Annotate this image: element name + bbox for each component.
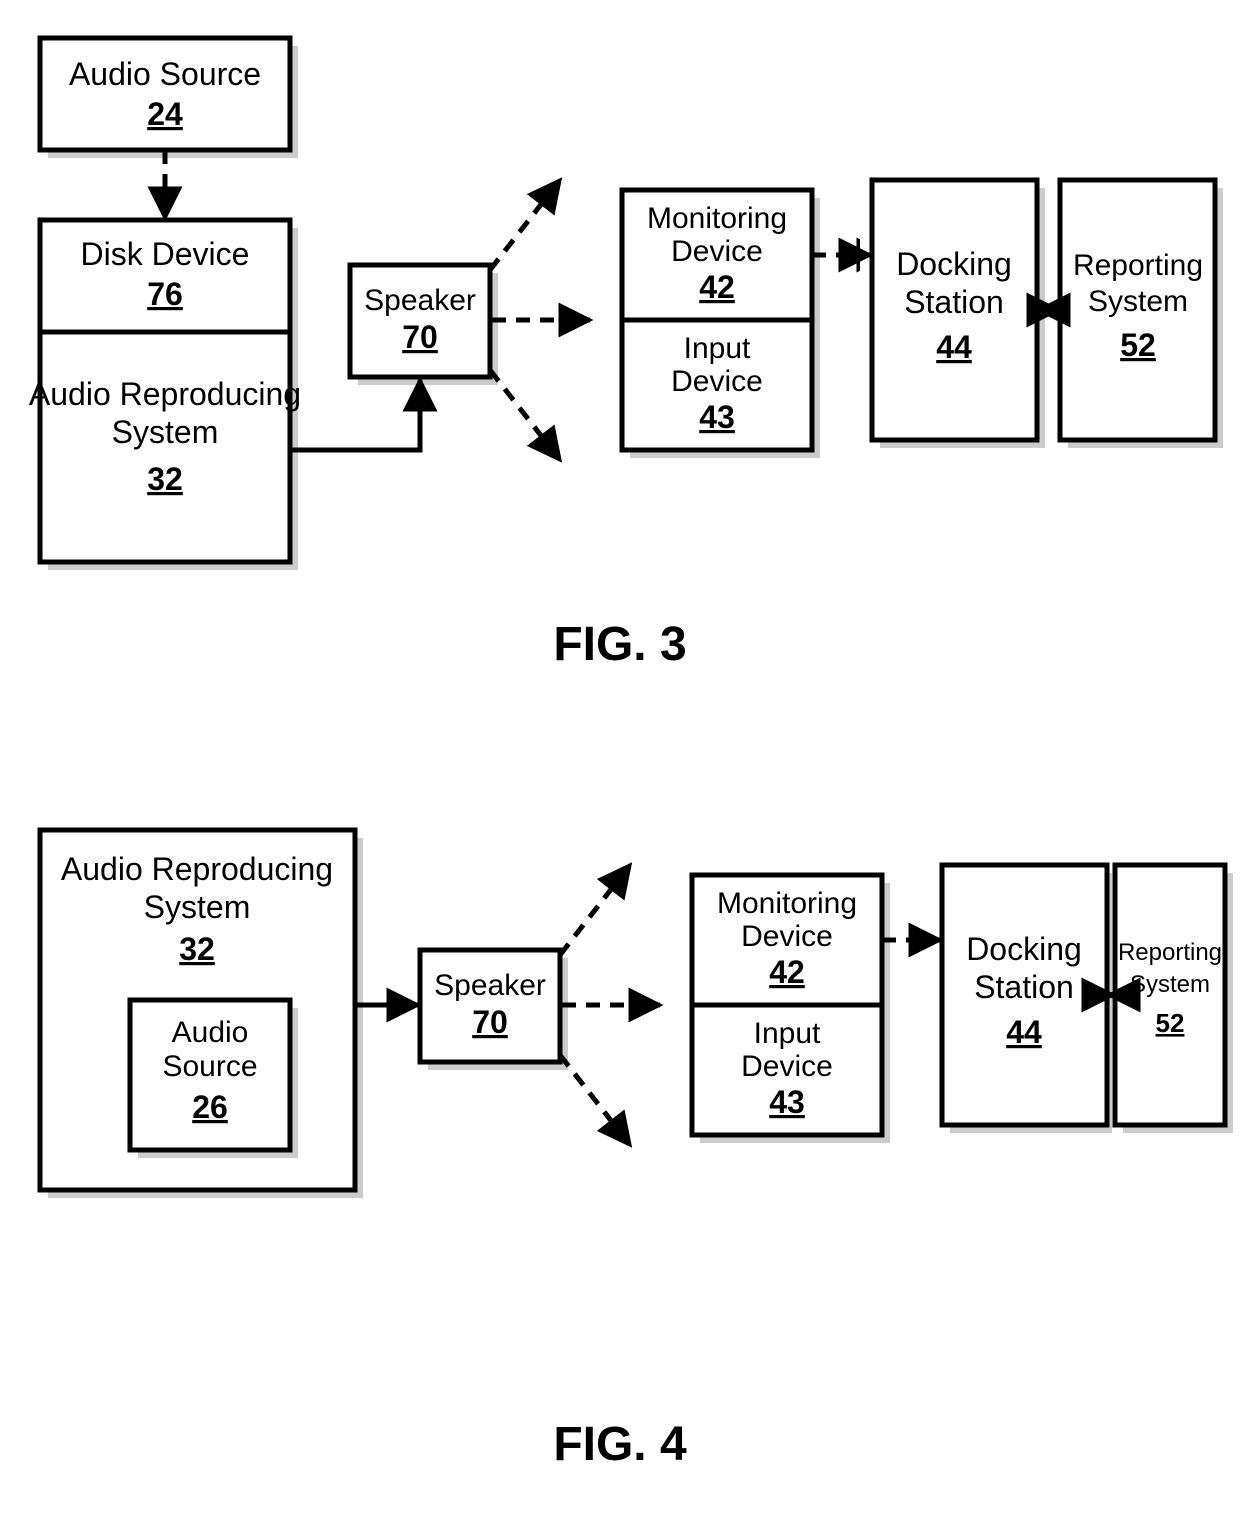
f4-speaker-ray-down — [560, 1055, 630, 1145]
speaker-label: Speaker — [364, 284, 476, 317]
f4-reporting-block2: Reporting System 52 — [1115, 865, 1233, 1133]
docking-label2b: Station — [904, 284, 1004, 320]
audio-source-number: 24 — [147, 96, 183, 132]
input-number: 43 — [699, 399, 735, 435]
f4-speaker-block: Speaker 70 — [420, 950, 568, 1070]
arrow-system-to-speaker — [290, 380, 420, 450]
reporting-number-b: 52 — [1120, 327, 1156, 363]
reporting-label1b: Reporting — [1073, 249, 1203, 282]
f4-speaker-ray-up — [560, 865, 630, 955]
f4-reporting-label1: Reporting — [1118, 939, 1222, 966]
f4-audio-source-label1: Audio — [172, 1016, 249, 1049]
audio-system-label2: System — [112, 414, 219, 450]
docking-label1b: Docking — [896, 246, 1012, 282]
monitoring-label1: Monitoring — [647, 202, 787, 235]
f4-input-label1: Input — [754, 1017, 821, 1050]
f4-speaker-number: 70 — [472, 1004, 508, 1040]
reporting-label2b: System — [1088, 285, 1188, 318]
f4-docking-label1: Docking — [966, 931, 1082, 967]
f4-docking-block: Docking Station 44 — [942, 865, 1115, 1133]
audio-system-number: 32 — [147, 461, 183, 497]
fig3-caption: FIG. 3 — [553, 618, 686, 671]
monitoring-label2: Device — [671, 235, 763, 268]
fig4-group: Audio Reproducing System 32 Audio Source… — [40, 830, 1233, 1198]
speaker-block: Speaker 70 — [350, 265, 498, 385]
f4-audio-source-label2: Source — [162, 1050, 257, 1083]
audio-system-outer: Audio Reproducing System 32 Audio Source… — [40, 830, 363, 1198]
f4-audio-source-number: 26 — [192, 1089, 228, 1125]
input-label1: Input — [684, 332, 751, 365]
diagram-canvas: Audio Source 24 Disk Device 76 Audio Rep… — [0, 0, 1240, 1528]
f4-monitoring-label1: Monitoring — [717, 887, 857, 920]
audio-source-label: Audio Source — [69, 56, 261, 92]
f4-audio-system-number: 32 — [179, 931, 215, 967]
f4-input-number: 43 — [769, 1084, 805, 1120]
audio-system-label1: Audio Reproducing — [29, 376, 301, 412]
f4-docking-label2: Station — [974, 969, 1074, 1005]
monitor-input-block: Monitoring Device 42 Input Device 43 — [622, 190, 820, 458]
audio-source-block: Audio Source 24 — [40, 38, 298, 158]
docking-number-b: 44 — [936, 329, 972, 365]
audio-system-block: Audio Reproducing System 32 — [29, 332, 301, 570]
f4-input-label2: Device — [741, 1050, 833, 1083]
fig3-right-redo: Docking Station 44 Reporting System 52 — [812, 180, 1223, 448]
monitoring-number: 42 — [699, 269, 735, 305]
fig4-caption: FIG. 4 — [553, 1418, 687, 1471]
speaker-ray-up — [490, 180, 560, 270]
f4-docking-number: 44 — [1006, 1014, 1042, 1050]
f4-audio-system-label2: System — [144, 889, 251, 925]
f4-monitoring-number: 42 — [769, 954, 805, 990]
disk-device-number: 76 — [147, 276, 183, 312]
f4-monitoring-label2: Device — [741, 920, 833, 953]
input-label2: Device — [671, 365, 763, 398]
f4-reporting-label2: System — [1130, 971, 1210, 998]
speaker-ray-down — [490, 370, 560, 460]
f4-audio-system-label1: Audio Reproducing — [61, 851, 333, 887]
f4-reporting-number: 52 — [1156, 1008, 1185, 1038]
f4-speaker-label: Speaker — [434, 969, 546, 1002]
disk-device-label: Disk Device — [81, 236, 250, 272]
f4-monitor-input-block: Monitoring Device 42 Input Device 43 — [692, 875, 890, 1143]
speaker-number: 70 — [402, 319, 438, 355]
disk-device-block: Disk Device 76 — [40, 220, 298, 340]
